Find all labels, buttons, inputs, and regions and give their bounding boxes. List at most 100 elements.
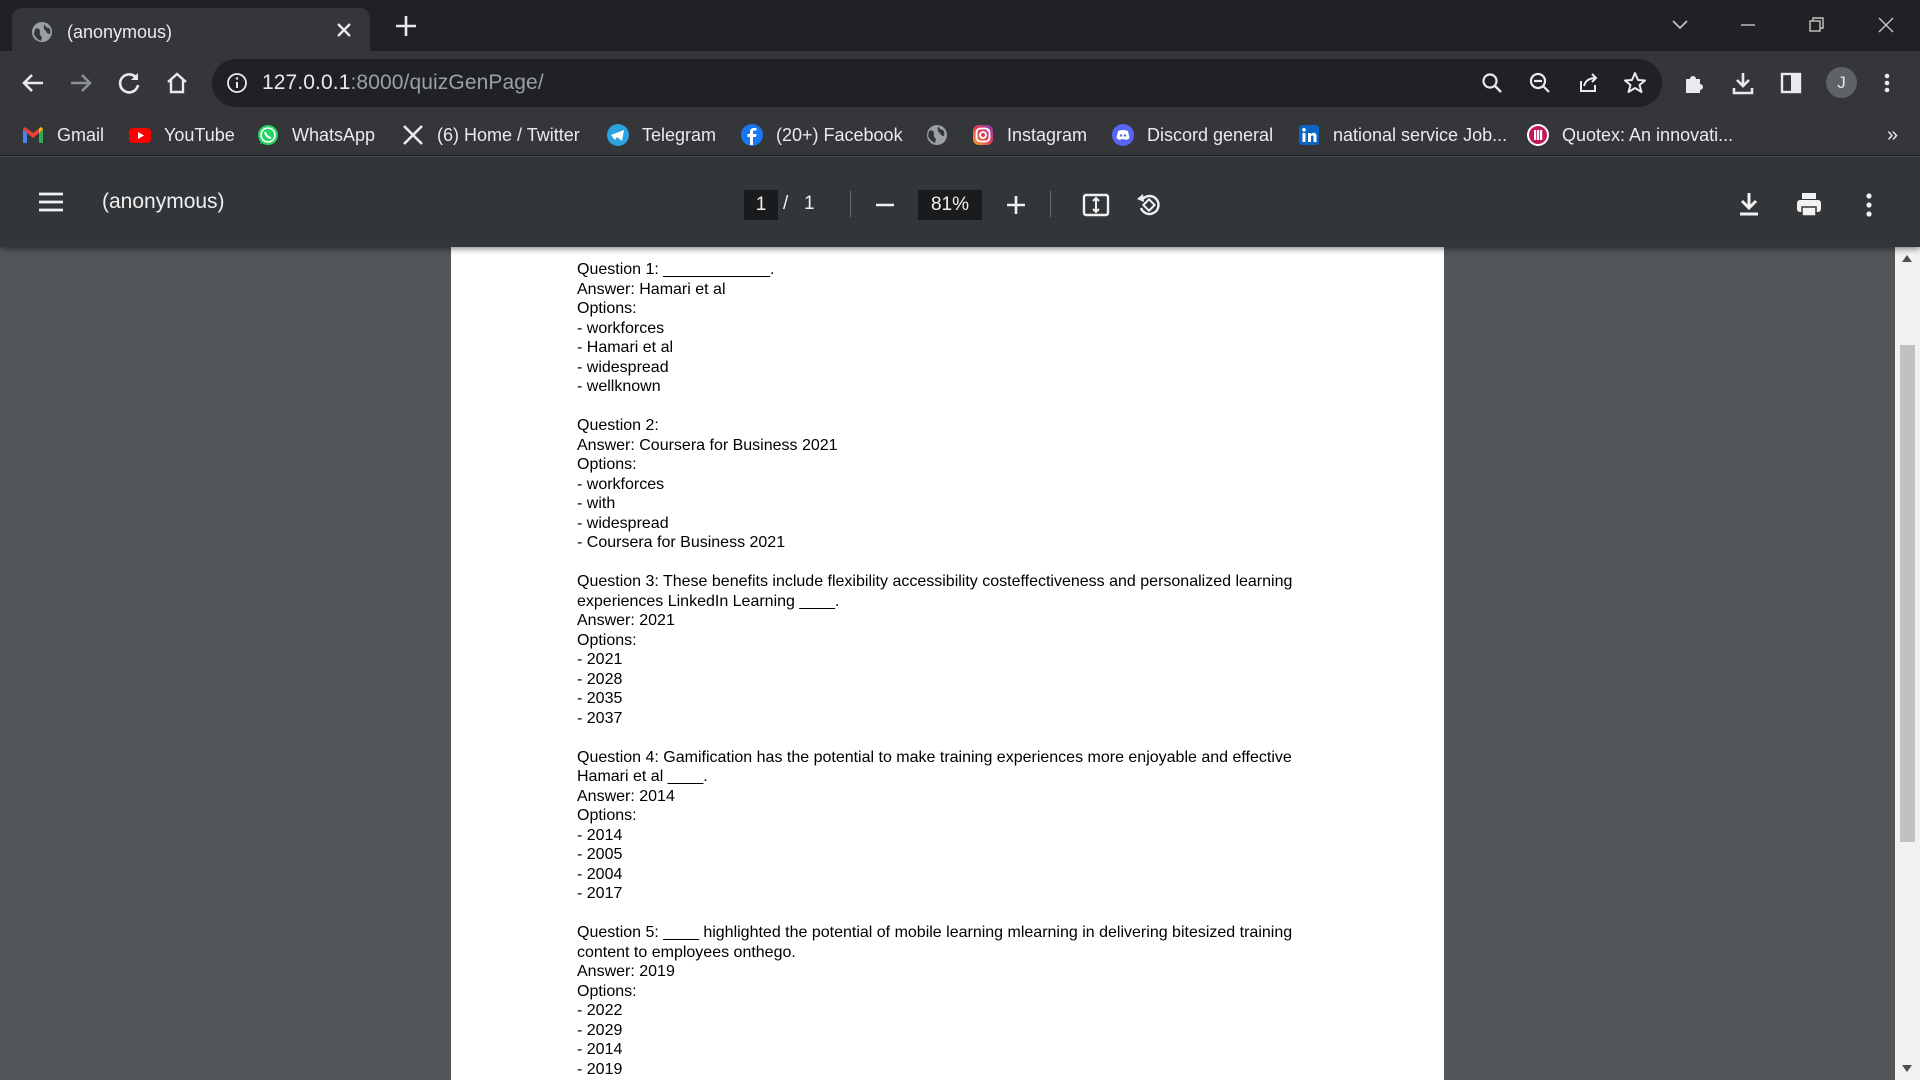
bookmark-whatsapp[interactable]: WhatsApp	[256, 122, 375, 148]
bookmark-label: Discord general	[1147, 124, 1274, 145]
options-label: Options:	[577, 456, 637, 473]
zoom-in-button[interactable]	[1001, 190, 1031, 220]
bookmark-star-icon[interactable]	[1619, 67, 1651, 99]
bookmark-twitter[interactable]: (6) Home / Twitter	[401, 122, 580, 148]
question-text: Question 2:	[577, 417, 659, 434]
bookmark-linkedin[interactable]: national service Job...	[1297, 122, 1507, 148]
youtube-icon	[128, 123, 152, 147]
page-separator: /	[783, 193, 789, 214]
extensions-icon[interactable]	[1678, 67, 1710, 99]
vertical-scrollbar[interactable]	[1895, 247, 1920, 1080]
reload-icon[interactable]	[113, 67, 145, 99]
side-panel-icon[interactable]	[1775, 67, 1807, 99]
url-path: :8000/quizGenPage/	[350, 71, 544, 94]
answer-text: Answer: Coursera for Business 2021	[577, 436, 838, 454]
question-text: Question 5: ____ highlighted the potenti…	[577, 924, 1297, 961]
bookmark-gmail[interactable]: Gmail	[21, 122, 104, 148]
new-tab-icon[interactable]	[392, 12, 420, 40]
option-item: - widespread	[577, 358, 669, 376]
page-number-input[interactable]: 1	[744, 190, 778, 220]
bookmark-discord[interactable]: Discord general	[1111, 122, 1273, 148]
scrollbar-thumb[interactable]	[1900, 345, 1915, 842]
pdf-title: (anonymous)	[102, 190, 225, 213]
back-icon[interactable]	[17, 67, 49, 99]
rotate-icon[interactable]	[1134, 190, 1164, 220]
gmail-icon	[21, 123, 45, 147]
browser-toolbar: 127.0.0.1:8000/quizGenPage/ J	[0, 51, 1920, 114]
bookmark-globe[interactable]	[925, 122, 961, 148]
tab-search-chevron-icon[interactable]	[1665, 10, 1695, 40]
discord-icon	[1111, 123, 1135, 147]
bookmark-telegram[interactable]: Telegram	[606, 122, 716, 148]
options-label: Options:	[577, 982, 637, 1000]
pdf-page: Question 1: ____________. Answer: Hamari …	[451, 247, 1444, 1080]
url-text[interactable]: 127.0.0.1:8000/quizGenPage/	[262, 71, 544, 95]
toolbar-divider	[850, 191, 851, 217]
option-item: - 2035	[577, 690, 623, 707]
quiz-content: Question 1: ____________. Answer: Hamari …	[577, 260, 1337, 1080]
question-block: Question 4: Gamification has the potenti…	[577, 748, 1337, 904]
sidebar-menu-icon[interactable]	[36, 187, 66, 217]
question-block: Question 1: ____________. Answer: Hamari …	[577, 260, 1337, 397]
more-actions-icon[interactable]	[1854, 190, 1884, 220]
pdf-toolbar: (anonymous) 1 / 1 81%	[0, 157, 1920, 247]
tab-strip: (anonymous)	[0, 0, 1920, 51]
zoom-out-icon[interactable]	[1524, 67, 1556, 99]
browser-tab[interactable]: (anonymous)	[12, 8, 370, 51]
bookmark-label: Quotex: An innovati...	[1562, 124, 1734, 145]
answer-text: Answer: 2014	[577, 787, 675, 805]
option-item: - 2005	[577, 846, 623, 863]
option-item: - 2037	[577, 709, 623, 727]
restore-icon[interactable]	[1801, 10, 1831, 40]
fit-to-page-icon[interactable]	[1081, 190, 1111, 220]
bookmarks-overflow-button[interactable]: »	[1887, 124, 1898, 147]
profile-avatar[interactable]: J	[1826, 67, 1857, 98]
zoom-out-button[interactable]	[870, 190, 900, 220]
question-block: Question 2: Answer: Coursera for Business…	[577, 416, 1337, 553]
scroll-up-icon[interactable]	[1902, 255, 1912, 262]
question-block: Question 5: ____ highlighted the potenti…	[577, 923, 1337, 1079]
bookmark-label: Gmail	[57, 124, 105, 145]
linkedin-icon	[1297, 123, 1321, 147]
forward-icon[interactable]	[65, 67, 97, 99]
close-tab-icon[interactable]	[332, 18, 356, 42]
option-item: - wellknown	[577, 378, 661, 395]
download-icon[interactable]	[1727, 67, 1759, 99]
close-window-icon[interactable]	[1871, 10, 1901, 40]
option-item: - with	[577, 495, 616, 512]
site-info-icon[interactable]	[226, 72, 248, 94]
bookmark-label: (20+) Facebook	[776, 124, 903, 145]
bookmark-label: Instagram	[1007, 124, 1088, 145]
option-item: - 2014	[577, 1041, 623, 1058]
x-icon	[401, 123, 425, 147]
telegram-icon	[606, 123, 630, 147]
bookmark-label: national service Job...	[1333, 124, 1508, 145]
minimize-icon[interactable]	[1733, 10, 1763, 40]
print-icon[interactable]	[1794, 190, 1824, 220]
facebook-icon	[740, 123, 764, 147]
browser-menu-icon[interactable]	[1871, 67, 1903, 99]
whatsapp-icon	[256, 123, 280, 147]
bookmark-instagram[interactable]: Instagram	[971, 122, 1087, 148]
search-page-icon[interactable]	[1476, 67, 1508, 99]
pdf-viewer-area[interactable]: Question 1: ____________. Answer: Hamari …	[0, 247, 1920, 1080]
bookmark-facebook[interactable]: (20+) Facebook	[740, 122, 903, 148]
zoom-level-input[interactable]: 81%	[918, 190, 982, 220]
address-bar[interactable]: 127.0.0.1:8000/quizGenPage/	[212, 59, 1662, 107]
option-item: - 2014	[577, 826, 623, 844]
scroll-down-icon[interactable]	[1902, 1065, 1912, 1072]
total-pages: 1	[804, 193, 815, 214]
share-icon[interactable]	[1572, 67, 1604, 99]
bookmark-quotex[interactable]: Quotex: An innovati...	[1526, 122, 1733, 148]
quotex-icon	[1526, 123, 1550, 147]
option-item: - Coursera for Business 2021	[577, 534, 786, 551]
question-text: Question 4: Gamification has the potenti…	[577, 748, 1297, 786]
option-item: - Hamari et al	[577, 339, 674, 356]
download-pdf-icon[interactable]	[1734, 190, 1764, 220]
home-icon[interactable]	[161, 67, 193, 99]
bookmark-youtube[interactable]: YouTube	[128, 122, 235, 148]
options-label: Options:	[577, 631, 637, 649]
bookmark-label: Telegram	[642, 124, 717, 145]
question-block: Question 3: These benefits include flexi…	[577, 572, 1337, 728]
instagram-icon	[971, 123, 995, 147]
